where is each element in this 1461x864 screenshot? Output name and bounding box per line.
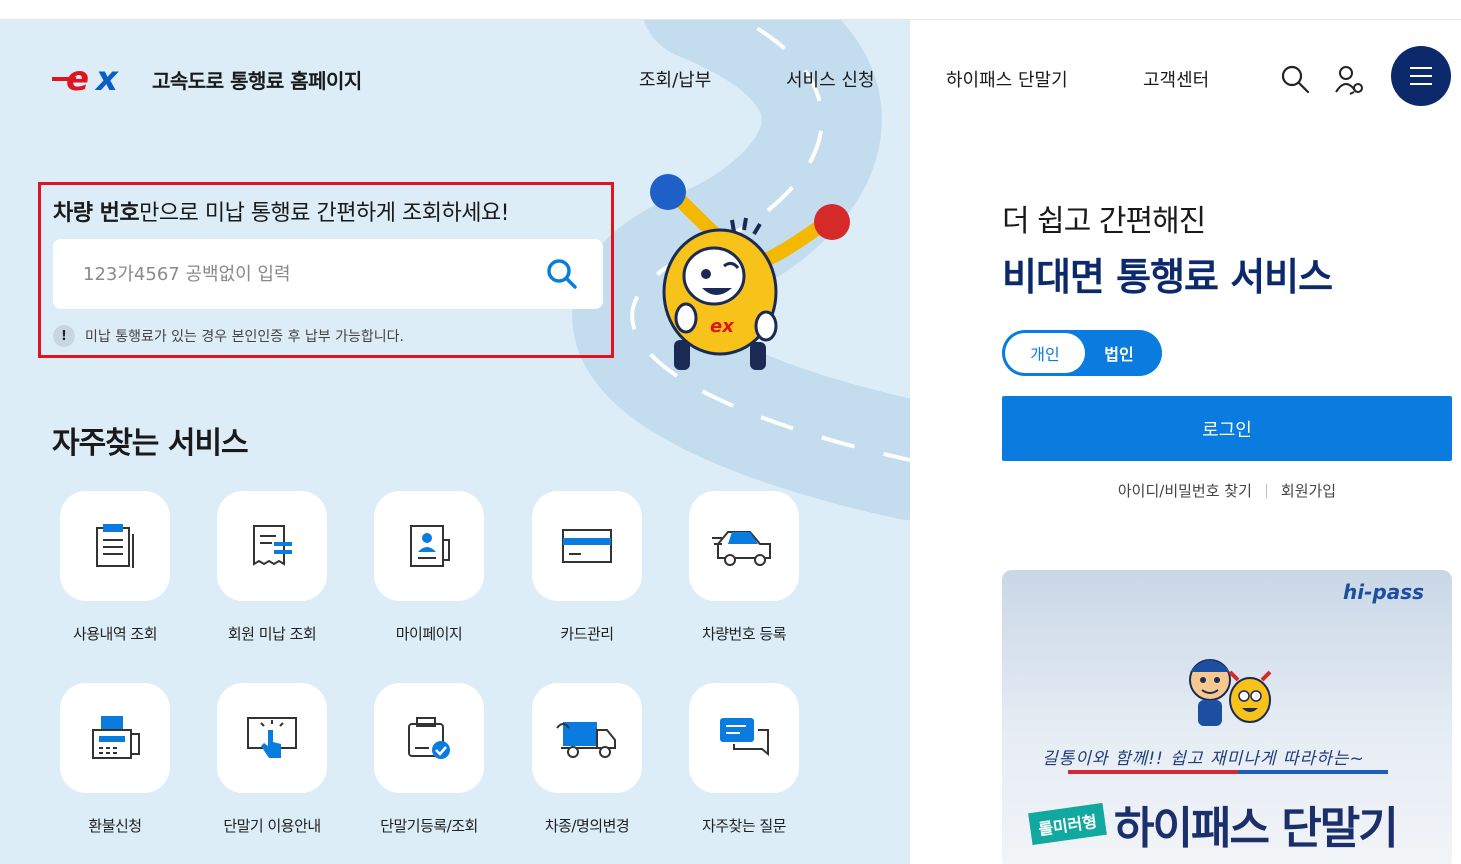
side-panel: 하이패스 단말기 고객센터 더 쉽고 간편해진 비대면 통행료 서비스 개인 법… (910, 20, 1461, 864)
svg-text:ex: ex (710, 316, 735, 337)
receipt-icon (253, 525, 292, 566)
service-label: 회원 미납 조회 (227, 625, 317, 643)
service-icon-box (217, 491, 327, 601)
service-usage-history[interactable]: 사용내역 조회 (40, 491, 190, 644)
menu-line-icon (1410, 83, 1432, 85)
card-icon (562, 529, 612, 563)
service-icon-box (217, 683, 327, 793)
service-member-unpaid[interactable]: 회원 미납 조회 (197, 491, 347, 644)
member-type-toggle: 개인 법인 (1002, 330, 1162, 376)
car-icon (712, 531, 771, 566)
hamburger-menu-button[interactable] (1391, 46, 1451, 106)
login-button[interactable]: 로그인 (1002, 396, 1452, 461)
search-input-box (53, 239, 603, 309)
service-card-management[interactable]: 카드관리 (512, 491, 662, 644)
service-icon-box (374, 683, 484, 793)
service-label: 자주찾는 질문 (701, 817, 787, 835)
vehicle-search-heading: 차량 번호만으로 미납 통행료 간편하게 조회하세요! (53, 195, 509, 227)
svg-text:x: x (94, 64, 119, 94)
vehicle-number-input[interactable] (83, 263, 523, 285)
toggle-personal[interactable]: 개인 (1005, 333, 1085, 373)
nav-service-request[interactable]: 서비스 신청 (786, 66, 875, 92)
payment-notice: ! 미납 통행료가 있는 경우 본인인증 후 납부 가능합니다. (53, 325, 404, 347)
site-title: 고속도로 통행료 홈페이지 (152, 68, 362, 93)
svg-text:e: e (66, 64, 89, 94)
document-list-icon (96, 524, 134, 568)
hipass-promo-banner[interactable]: hi-pass 길통이와 함께!! 쉽고 재미나게 따라하는~ 롤미러형 하이패… (1002, 570, 1452, 864)
device-check-icon (408, 717, 450, 759)
menu-line-icon (1410, 67, 1432, 69)
service-label: 마이페이지 (395, 625, 463, 643)
touch-screen-icon (247, 717, 297, 758)
service-icon-box (689, 491, 799, 601)
service-icon-box (689, 683, 799, 793)
banner-divider-blue (1238, 770, 1388, 774)
info-icon: ! (53, 325, 75, 347)
service-device-guide[interactable]: 단말기 이용안내 (197, 683, 347, 836)
profile-card-icon (410, 525, 450, 567)
search-icon[interactable] (545, 257, 579, 291)
service-label: 카드관리 (560, 625, 614, 643)
service-refund[interactable]: 환불신청 (40, 683, 190, 836)
service-icon-box (374, 491, 484, 601)
banner-badge: 롤미러형 (1028, 802, 1107, 846)
service-icon-box (532, 683, 642, 793)
toggle-corporate[interactable]: 법인 (1079, 333, 1159, 373)
service-label: 차종/명의변경 (544, 817, 630, 835)
hipass-logo: hi-pass (1342, 580, 1424, 604)
search-icon[interactable] (1280, 64, 1310, 94)
service-label: 사용내역 조회 (72, 625, 158, 643)
service-icon-box (532, 491, 642, 601)
truck-icon (556, 722, 616, 758)
signup-link[interactable]: 회원가입 (1281, 480, 1336, 501)
link-divider (1265, 483, 1267, 498)
nav-inquiry-payment[interactable]: 조회/납부 (639, 66, 711, 92)
menu-line-icon (1410, 75, 1432, 77)
service-faq[interactable]: 자주찾는 질문 (669, 683, 819, 836)
chat-icon (720, 718, 769, 757)
nav-customer-center[interactable]: 고객센터 (1143, 66, 1209, 92)
main-section: e x 고속도로 통행료 홈페이지 조회/납부 서비스 신청 ex 차량 번호만… (0, 20, 910, 864)
promo-title: 비대면 통행료 서비스 (1002, 255, 1333, 299)
service-label: 단말기등록/조회 (380, 817, 478, 835)
promo-subtitle: 더 쉽고 간편해진 (1002, 204, 1206, 239)
fax-icon (92, 716, 140, 759)
user-login-icon[interactable] (1334, 64, 1366, 96)
heading-bold: 차량 번호 (53, 201, 140, 226)
top-strip (0, 0, 1461, 20)
banner-title: 하이패스 단말기 (1114, 803, 1399, 854)
service-label: 단말기 이용안내 (223, 817, 321, 835)
service-label: 차량번호 등록 (701, 625, 787, 643)
account-links: 아이디/비밀번호 찾기 회원가입 (1002, 480, 1452, 501)
nav-hipass-device[interactable]: 하이패스 단말기 (946, 66, 1068, 92)
mascot-pair-illustration (1189, 659, 1272, 726)
notice-text: 미납 통행료가 있는 경우 본인인증 후 납부 가능합니다. (85, 329, 404, 345)
service-vehicle-type-change[interactable]: 차종/명의변경 (512, 683, 662, 836)
service-mypage[interactable]: 마이페이지 (354, 491, 504, 644)
vehicle-search-panel: 차량 번호만으로 미납 통행료 간편하게 조회하세요! ! 미납 통행료가 있는… (38, 182, 614, 358)
ex-logo-icon: e x (52, 64, 119, 94)
service-label: 환불신청 (88, 817, 142, 835)
services-title: 자주찾는 서비스 (52, 426, 249, 461)
service-vehicle-registration[interactable]: 차량번호 등록 (669, 491, 819, 644)
service-device-registration[interactable]: 단말기등록/조회 (354, 683, 504, 836)
mascot-car-illustration: ex (650, 174, 850, 370)
banner-divider-red (1068, 770, 1238, 774)
heading-rest: 만으로 미납 통행료 간편하게 조회하세요! (139, 201, 509, 226)
service-icon-box (60, 491, 170, 601)
banner-tagline: 길통이와 함께!! 쉽고 재미나게 따라하는~ (1042, 749, 1365, 769)
find-id-password-link[interactable]: 아이디/비밀번호 찾기 (1118, 480, 1252, 501)
service-icon-box (60, 683, 170, 793)
site-logo[interactable]: e x 고속도로 통행료 홈페이지 (52, 64, 362, 94)
